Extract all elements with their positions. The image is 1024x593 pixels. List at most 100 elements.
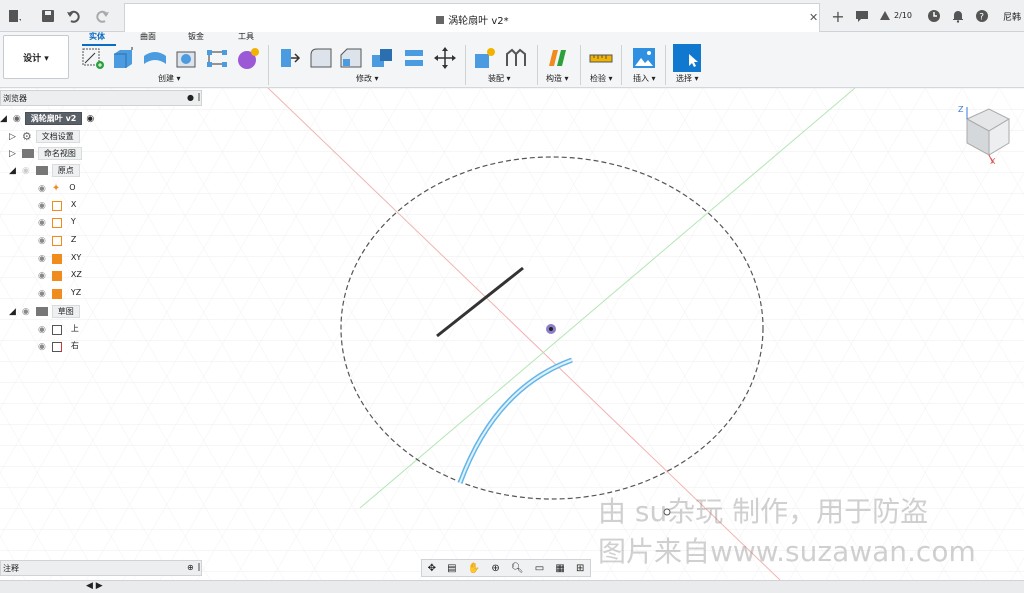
- visibility-eye-icon[interactable]: ◉: [38, 271, 46, 281]
- redo-icon[interactable]: [94, 8, 110, 24]
- tree-item-doc-settings[interactable]: ▷ ⚙ 文档设置: [0, 129, 80, 144]
- fit-zoom-icon[interactable]: 🔍︎: [511, 563, 524, 574]
- tree-item-axis-x[interactable]: ◉ X: [38, 198, 81, 213]
- visibility-eye-icon[interactable]: ◉: [38, 201, 46, 211]
- group-create[interactable]: 创建 ▾: [158, 73, 181, 84]
- tree-item-plane-xy[interactable]: ◉ XY: [38, 251, 86, 266]
- form-icon[interactable]: [235, 46, 261, 70]
- move-icon[interactable]: [432, 46, 458, 70]
- clock-icon[interactable]: [926, 8, 942, 24]
- visibility-eye-icon[interactable]: ◉: [22, 166, 30, 176]
- view-cube[interactable]: Z X: [955, 105, 1015, 167]
- tree-label: 命名视图: [37, 147, 82, 160]
- visibility-eye-icon[interactable]: ◉: [13, 114, 21, 124]
- insert-image-icon[interactable]: [631, 46, 657, 70]
- orbit-icon[interactable]: ✥: [428, 563, 436, 574]
- new-component-icon[interactable]: [472, 46, 498, 70]
- help-icon[interactable]: ?: [974, 8, 990, 24]
- tree-item-sketch-top[interactable]: ◉ 上: [38, 322, 84, 337]
- create-sketch-icon[interactable]: [80, 46, 106, 70]
- offset-plane-icon[interactable]: [545, 46, 571, 70]
- tab-sheet-metal[interactable]: 钣金: [188, 31, 204, 42]
- tree-item-plane-xz[interactable]: ◉ XZ: [38, 268, 87, 283]
- tree-item-sketches[interactable]: ◢ ◉ 草图: [0, 304, 80, 319]
- zoom-icon[interactable]: ⊕: [491, 563, 499, 574]
- chamfer-icon[interactable]: [338, 46, 364, 70]
- visibility-eye-icon[interactable]: ◉: [38, 236, 46, 246]
- tree-label: O: [69, 183, 76, 192]
- add-comment-icon[interactable]: ⊕: [187, 563, 194, 572]
- visibility-eye-icon[interactable]: ◉: [38, 254, 46, 264]
- undo-icon[interactable]: [66, 8, 82, 24]
- axis-icon: [51, 217, 62, 228]
- viewports-icon[interactable]: ⊞: [576, 563, 584, 574]
- group-inspect[interactable]: 检验 ▾: [590, 73, 613, 84]
- combine-icon[interactable]: [402, 46, 428, 70]
- look-at-icon[interactable]: ▤: [447, 563, 456, 574]
- collapse-triangle-icon[interactable]: ▷: [9, 132, 16, 142]
- pan-hand-icon[interactable]: ✋: [468, 563, 480, 574]
- job-status[interactable]: 2/10: [879, 9, 912, 21]
- comment-icon[interactable]: [854, 8, 870, 24]
- expand-triangle-icon[interactable]: ◢: [0, 114, 7, 124]
- grid-settings-icon[interactable]: ▦: [555, 563, 564, 574]
- tree-root[interactable]: ◢ ◉ 涡轮扇叶 v2 ◉: [0, 111, 94, 126]
- visibility-eye-icon[interactable]: ◉: [38, 325, 46, 335]
- expand-triangle-icon[interactable]: ◢: [9, 307, 16, 317]
- tree-item-origin[interactable]: ◢ ◉ 原点: [0, 163, 80, 178]
- joint-icon[interactable]: [503, 46, 529, 70]
- user-name[interactable]: 尼韩: [1003, 10, 1021, 23]
- visibility-eye-icon[interactable]: ◉: [38, 218, 46, 228]
- group-select[interactable]: 选择 ▾: [676, 73, 699, 84]
- notification-bell-icon[interactable]: [950, 8, 966, 24]
- browser-collapse-icon[interactable]: ●: [187, 93, 194, 102]
- file-menu-icon[interactable]: [6, 8, 22, 24]
- tree-item-origin-point[interactable]: ◉ ✦ O: [38, 181, 81, 196]
- browser-pin-icon[interactable]: ‖: [197, 92, 201, 101]
- collapse-triangle-icon[interactable]: ▷: [9, 149, 16, 159]
- toolbar-divider: [537, 45, 538, 85]
- measure-icon[interactable]: [588, 46, 614, 70]
- comments-pin-icon[interactable]: ‖: [197, 562, 201, 571]
- fillet-icon[interactable]: [308, 46, 334, 70]
- revolve-icon[interactable]: [142, 46, 168, 70]
- watermark-line1: 由 su杂玩 制作，用于防盗: [598, 495, 929, 528]
- press-pull-icon[interactable]: [276, 46, 302, 70]
- tree-item-axis-y[interactable]: ◉ Y: [38, 215, 81, 230]
- tab-surface[interactable]: 曲面: [140, 31, 156, 42]
- tree-item-axis-z[interactable]: ◉ Z: [38, 233, 81, 248]
- visibility-eye-icon[interactable]: ◉: [38, 184, 46, 194]
- tree-item-sketch-right[interactable]: ◉ 右: [38, 339, 84, 354]
- visibility-eye-icon[interactable]: ◉: [22, 307, 30, 317]
- folder-icon: [35, 166, 48, 175]
- axis-x-label: X: [990, 157, 996, 166]
- shell-icon[interactable]: [370, 46, 396, 70]
- loft-icon[interactable]: [204, 46, 230, 70]
- save-icon[interactable]: [40, 8, 56, 24]
- visibility-eye-icon[interactable]: ◉: [38, 342, 46, 352]
- extrude-icon[interactable]: [110, 46, 136, 70]
- axis-icon: [51, 200, 62, 211]
- group-insert[interactable]: 插入 ▾: [633, 73, 656, 84]
- plane-icon: [51, 253, 62, 264]
- select-icon[interactable]: [673, 44, 701, 72]
- tree-item-named-views[interactable]: ▷ 命名视图: [0, 146, 82, 161]
- tree-label: YZ: [70, 288, 82, 297]
- root-component-label[interactable]: 涡轮扇叶 v2: [24, 112, 83, 125]
- tab-solid[interactable]: 实体: [89, 31, 105, 42]
- expand-triangle-icon[interactable]: ◢: [9, 166, 16, 176]
- group-construct[interactable]: 构造 ▾: [546, 73, 569, 84]
- group-assemble[interactable]: 装配 ▾: [488, 73, 511, 84]
- sweep-icon[interactable]: [174, 46, 200, 70]
- group-modify[interactable]: 修改 ▾: [356, 73, 379, 84]
- new-tab-icon[interactable]: +: [830, 7, 846, 26]
- activate-radio-icon[interactable]: ◉: [86, 114, 94, 124]
- workspace-switcher[interactable]: 设计 ▾: [3, 35, 69, 79]
- visibility-eye-icon[interactable]: ◉: [38, 289, 46, 299]
- tree-item-plane-yz[interactable]: ◉ YZ: [38, 286, 86, 301]
- timeline-play-icon[interactable]: ◀ ▶: [86, 581, 103, 591]
- close-tab-icon[interactable]: ✕: [809, 11, 818, 24]
- document-tab[interactable]: 涡轮扇叶 v2* ✕: [124, 3, 820, 32]
- tab-tools[interactable]: 工具: [238, 31, 254, 42]
- display-settings-icon[interactable]: ▭: [535, 563, 544, 574]
